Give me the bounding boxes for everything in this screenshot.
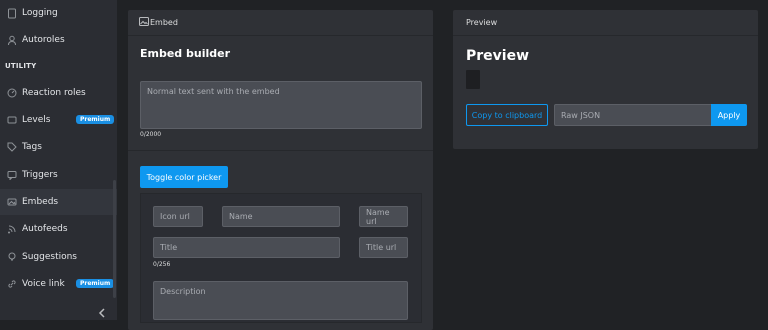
description-placeholder: Description (160, 287, 206, 296)
content-char-counter: 0/2000 (140, 131, 162, 138)
document-icon (6, 8, 17, 19)
sidebar-item-tags[interactable]: Tags (0, 134, 117, 160)
preview-panel: Preview (453, 10, 758, 149)
lightbulb-icon (6, 252, 17, 263)
name-url-input[interactable]: Name url (359, 206, 408, 227)
sidebar-item-voice-link[interactable]: Voice link Premium (0, 271, 117, 297)
embed-builder-title: Embed builder (140, 47, 231, 60)
message-icon (6, 170, 17, 181)
title-input[interactable]: Title (153, 237, 340, 258)
sidebar-scrollbar[interactable] (113, 180, 116, 298)
sidebar-item-label: Tags (22, 142, 42, 152)
sidebar-item-label: Suggestions (22, 252, 77, 262)
chart-icon (6, 115, 17, 126)
gauge-icon (6, 88, 17, 99)
apply-button[interactable]: Apply (711, 104, 747, 126)
name-input[interactable]: Name (222, 206, 340, 227)
icon-url-input[interactable]: Icon url (153, 206, 203, 227)
sidebar-item-autoroles[interactable]: Autoroles (0, 27, 117, 53)
premium-badge: Premium (76, 279, 115, 288)
sidebar-item-label: Voice link (22, 279, 65, 289)
sidebar-item-label: Triggers (22, 170, 58, 180)
title-char-counter: 0/256 (153, 261, 171, 268)
embed-panel-header: Embed (128, 10, 433, 36)
sidebar-item-autofeeds[interactable]: Autofeeds (0, 216, 117, 242)
copy-to-clipboard-button[interactable]: Copy to clipboard (466, 104, 548, 126)
section-label-utility: UTILITY (5, 62, 37, 70)
sidebar-item-embeds[interactable]: Embeds (0, 189, 117, 215)
sidebar-item-logging[interactable]: Logging (0, 0, 117, 26)
toggle-color-picker-button[interactable]: Toggle color picker (140, 166, 228, 188)
collapse-sidebar-button[interactable] (96, 306, 108, 318)
content-placeholder: Normal text sent with the embed (147, 87, 280, 96)
rss-icon (6, 224, 17, 235)
sidebar-item-label: Logging (22, 8, 58, 18)
chevron-left-icon (98, 303, 106, 322)
sidebar-item-levels[interactable]: Levels Premium (0, 107, 117, 133)
preview-embed-box (466, 70, 480, 89)
sidebar-item-label: Autoroles (22, 35, 65, 45)
preview-panel-header: Preview (453, 10, 758, 36)
sidebar-item-label: Embeds (22, 197, 59, 207)
embed-icon (6, 197, 17, 208)
sidebar-item-suggestions[interactable]: Suggestions (0, 244, 117, 270)
description-textarea[interactable]: Description (153, 281, 408, 320)
sidebar-item-label: Reaction roles (22, 88, 86, 98)
raw-json-input[interactable]: Raw JSON (554, 104, 712, 126)
tag-icon (6, 142, 17, 153)
title-url-input[interactable]: Title url (359, 237, 408, 258)
preview-tab-label: Preview (466, 18, 498, 27)
embed-tab-label: Embed (150, 18, 178, 27)
sidebar-item-label: Levels (22, 115, 51, 125)
premium-badge: Premium (76, 115, 115, 124)
sidebar: Logging Autoroles UTILITY Reaction roles… (0, 0, 117, 320)
link-icon (6, 279, 17, 290)
sidebar-item-triggers[interactable]: Triggers (0, 162, 117, 188)
embed-icon (139, 17, 149, 28)
embed-content-textarea[interactable]: Normal text sent with the embed (140, 81, 422, 129)
preview-title: Preview (466, 48, 530, 64)
sidebar-item-reaction-roles[interactable]: Reaction roles (0, 80, 117, 106)
sidebar-item-label: Autofeeds (22, 224, 68, 234)
divider (128, 150, 433, 151)
user-icon (6, 35, 17, 46)
